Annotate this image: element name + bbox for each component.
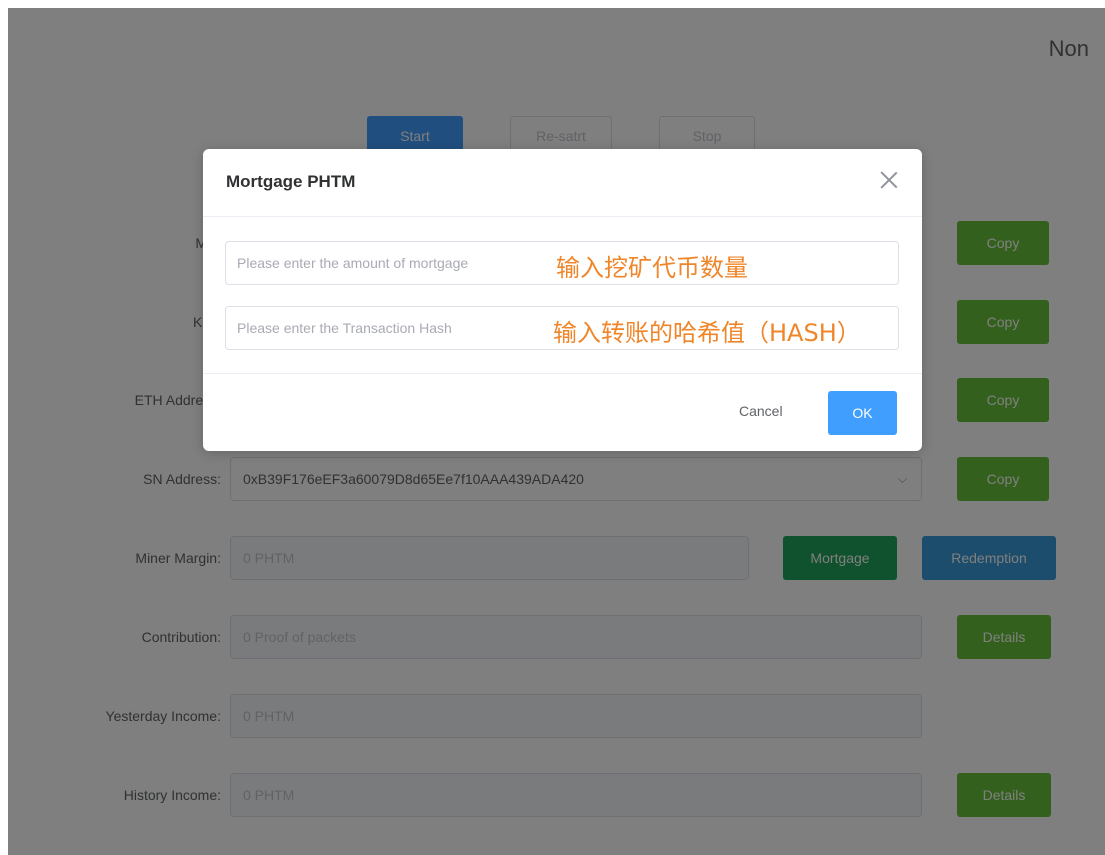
ok-button[interactable]: OK bbox=[828, 391, 897, 435]
dialog-divider bbox=[203, 373, 922, 374]
cancel-button[interactable]: Cancel bbox=[739, 403, 783, 419]
mortgage-amount-input[interactable] bbox=[225, 241, 899, 285]
mortgage-dialog: Mortgage PHTM 输入挖矿代币数量 输入转账的哈希值（HASH） Ca… bbox=[203, 149, 922, 451]
dialog-title: Mortgage PHTM bbox=[226, 172, 356, 191]
dialog-header: Mortgage PHTM bbox=[203, 149, 922, 217]
close-icon[interactable] bbox=[878, 169, 900, 191]
transaction-hash-input[interactable] bbox=[225, 306, 899, 350]
